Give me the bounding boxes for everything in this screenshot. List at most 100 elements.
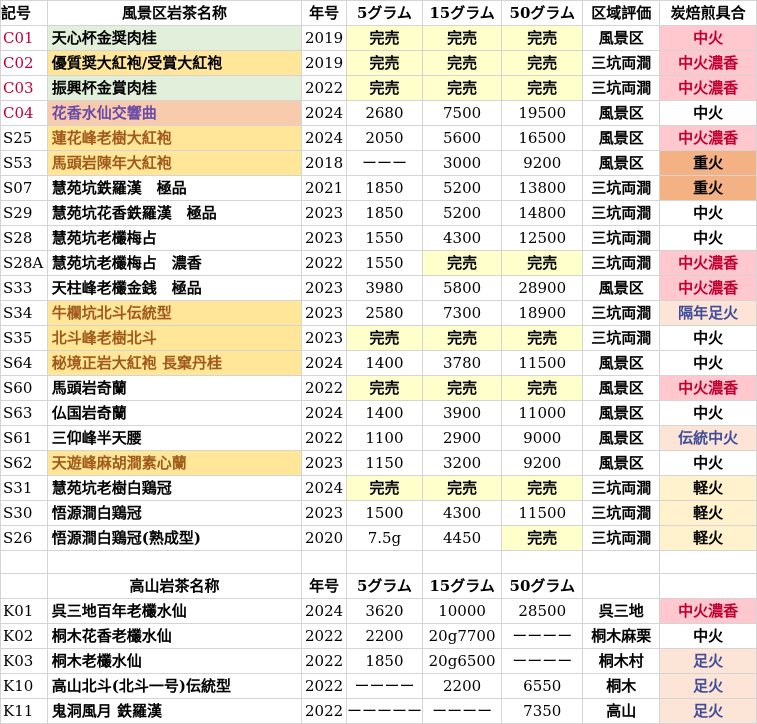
cell-code: K02 <box>0 623 48 649</box>
cell-code: S61 <box>0 425 48 451</box>
cell-price15g: 10000 <box>421 598 503 624</box>
table-row: K03 桐木老欉水仙 2022 1850 20g6500 ーーーー 桐木村 足火 <box>0 648 757 674</box>
cell-price5g: ーーーーー <box>345 698 423 724</box>
cell-name: 馬頭岩奇蘭 <box>46 375 303 401</box>
cell-year: 2024 <box>301 350 347 376</box>
header-price50g: 50グラム <box>501 573 584 599</box>
cell-region: 三坑両澗 <box>582 525 661 551</box>
cell-year: 2024 <box>301 125 347 151</box>
cell-price5g: 1850 <box>345 200 423 226</box>
cell-price50g: 16500 <box>501 125 584 151</box>
cell-price50g: 完売 <box>501 525 584 551</box>
cell-price5g: 1850 <box>345 175 423 201</box>
cell-region: 呉三地 <box>582 598 661 624</box>
cell-region: 高山 <box>582 698 661 724</box>
cell-code: S34 <box>0 300 48 326</box>
cell-price15g: 5800 <box>421 275 503 301</box>
header-region: 区域評価 <box>582 0 661 26</box>
cell-price5g: 完売 <box>345 375 423 401</box>
cell-name: 悟源澗白鶏冠(熟成型) <box>46 525 303 551</box>
cell-region: 風景区 <box>582 350 661 376</box>
cell-name: 慧苑坑鉄羅漢 極品 <box>46 175 303 201</box>
cell-price15g: 7300 <box>421 300 503 326</box>
cell-year: 2023 <box>301 275 347 301</box>
header-year: 年号 <box>301 573 347 599</box>
cell-price15g: 完売 <box>421 325 503 351</box>
cell-empty <box>501 550 584 574</box>
cell-code: S53 <box>0 150 48 176</box>
cell-price15g: 3780 <box>421 350 503 376</box>
cell-price15g: 5200 <box>421 175 503 201</box>
cell-region: 三坑両澗 <box>582 250 661 276</box>
cell-roast: 中火 <box>659 200 757 226</box>
cell-price5g: 1150 <box>345 450 423 476</box>
cell-code: K01 <box>0 598 48 624</box>
cell-roast: 中火 <box>659 623 757 649</box>
table-row: S35 北斗峰老樹北斗 2023 完売 完売 完売 三坑両澗 中火 <box>0 325 757 351</box>
cell-roast: 足火 <box>659 698 757 724</box>
table-row: C02 優質奨大紅袍/受賞大紅袍 2019 完売 完売 完売 三坑両澗 中火濃香 <box>0 50 757 76</box>
cell-price15g: 4300 <box>421 225 503 251</box>
cell-year: 2022 <box>301 648 347 674</box>
cell-price15g: 20g6500 <box>421 648 503 674</box>
header-row: 記号 風景区岩茶名称 年号 5グラム 15グラム 50グラム 区域評価 炭焙煎具合 <box>0 0 757 26</box>
table-row: S28A 慧苑坑老欉梅占 濃香 2022 1550 完売 完売 三坑両澗 中火濃香 <box>0 250 757 276</box>
cell-price5g: 1550 <box>345 225 423 251</box>
cell-price50g: 完売 <box>501 75 584 101</box>
cell-year: 2022 <box>301 698 347 724</box>
cell-name: 高山北斗(北斗一号)伝統型 <box>46 673 303 699</box>
table-row: S28 慧苑坑老欉梅占 2023 1550 4300 12500 三坑両澗 中火 <box>0 225 757 251</box>
header-roast: 炭焙煎具合 <box>659 0 757 26</box>
cell-price5g: 完売 <box>345 75 423 101</box>
cell-price15g: 完売 <box>421 25 503 51</box>
cell-name: 悟源澗白鶏冠 <box>46 500 303 526</box>
table-row: S34 牛欄坑北斗伝統型 2023 2580 7300 18900 三坑両澗 隔年足火 <box>0 300 757 326</box>
cell-code: S60 <box>0 375 48 401</box>
cell-price50g: 完売 <box>501 25 584 51</box>
cell-roast: 中火 <box>659 400 757 426</box>
cell-price50g: 11500 <box>501 500 584 526</box>
cell-price5g: 1550 <box>345 250 423 276</box>
cell-code: C04 <box>0 100 48 126</box>
cell-price15g: 2200 <box>421 673 503 699</box>
cell-year: 2023 <box>301 450 347 476</box>
cell-price5g: 完売 <box>345 475 423 501</box>
cell-price5g: 1850 <box>345 648 423 674</box>
spacer-row <box>0 550 757 574</box>
cell-name: 優質奨大紅袍/受賞大紅袍 <box>46 50 303 76</box>
cell-code: C03 <box>0 75 48 101</box>
cell-roast: 足火 <box>659 673 757 699</box>
cell-price15g: 2900 <box>421 425 503 451</box>
cell-price50g: 19500 <box>501 100 584 126</box>
cell-year: 2022 <box>301 425 347 451</box>
cell-year: 2019 <box>301 50 347 76</box>
cell-roast: 中火濃香 <box>659 375 757 401</box>
cell-price15g: 完売 <box>421 475 503 501</box>
table-row: S53 馬頭岩陳年大紅袍 2018 ーーー 3000 9200 風景区 重火 <box>0 150 757 176</box>
cell-region: 風景区 <box>582 425 661 451</box>
table-row: S26 悟源澗白鶏冠(熟成型) 2020 7.5g 4450 完売 三坑両澗 軽火 <box>0 525 757 551</box>
cell-code: S25 <box>0 125 48 151</box>
cell-code: S64 <box>0 350 48 376</box>
cell-roast: 軽火 <box>659 525 757 551</box>
cell-region: 三坑両澗 <box>582 475 661 501</box>
cell-region: 三坑両澗 <box>582 500 661 526</box>
cell-price50g: ーーーー <box>501 623 584 649</box>
cell-region: 三坑両澗 <box>582 175 661 201</box>
cell-price5g: 3620 <box>345 598 423 624</box>
cell-name: 蓮花峰老樹大紅袍 <box>46 125 303 151</box>
cell-price5g: 2680 <box>345 100 423 126</box>
table-row: S29 慧苑坑花香鉄羅漢 極品 2023 1850 5200 14800 三坑両澗 中火 <box>0 200 757 226</box>
cell-empty <box>46 550 303 574</box>
cell-price50g: 28500 <box>501 598 584 624</box>
cell-price5g: 1400 <box>345 400 423 426</box>
cell-price50g: 7350 <box>501 698 584 724</box>
cell-region: 風景区 <box>582 150 661 176</box>
cell-roast: 中火 <box>659 100 757 126</box>
cell-name: 馬頭岩陳年大紅袍 <box>46 150 303 176</box>
cell-year: 2023 <box>301 500 347 526</box>
header-year: 年号 <box>301 0 347 26</box>
cell-code: K03 <box>0 648 48 674</box>
cell-price5g: 2200 <box>345 623 423 649</box>
cell-code: S28 <box>0 225 48 251</box>
